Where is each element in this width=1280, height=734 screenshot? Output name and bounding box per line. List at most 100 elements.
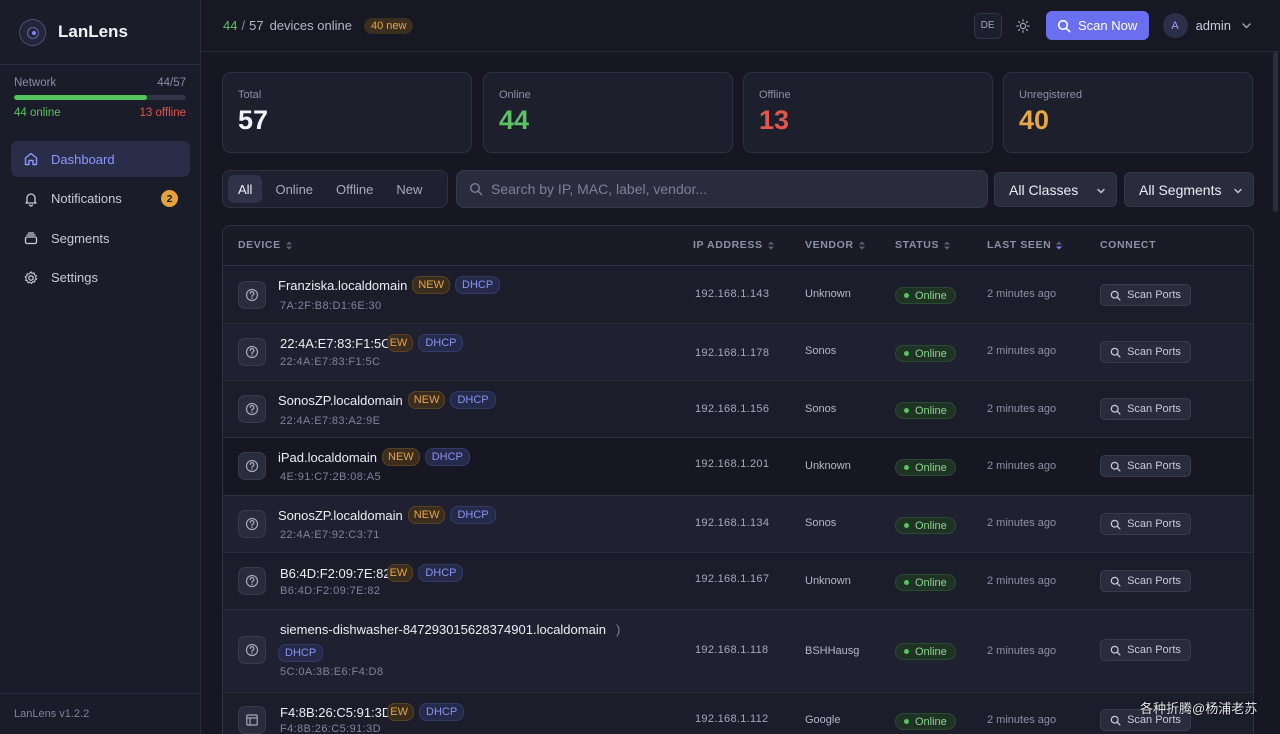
scan-ports-button[interactable]: Scan Ports <box>1100 455 1191 477</box>
status-badge: Online <box>895 713 956 730</box>
scan-ports-button[interactable]: Scan Ports <box>1100 398 1191 420</box>
chevron-down-icon <box>1242 23 1251 29</box>
scan-ports-button[interactable]: Scan Ports <box>1100 284 1191 306</box>
stat-card-unregistered[interactable]: Unregistered 40 <box>1003 72 1253 153</box>
dhcp-badge: DHCP <box>278 644 324 662</box>
status-dot <box>904 465 909 470</box>
table-row[interactable]: B6:4D:F2:09:7E:82 EW DHCP B6:4D:F2:09:7E… <box>223 553 1253 610</box>
device-tags-line: DHCP <box>273 643 324 662</box>
device-vendor: Sonos <box>805 345 837 357</box>
page-scrollbar[interactable] <box>1273 52 1278 212</box>
brand-name: LanLens <box>58 22 128 41</box>
chevron-down-icon <box>1097 188 1105 194</box>
column-last-seen[interactable]: LAST SEEN <box>987 239 1063 251</box>
device-last-seen: 2 minutes ago <box>987 345 1057 357</box>
device-mac: 4E:91:C7:2B:08:A5 <box>280 471 381 483</box>
scan-ports-button[interactable]: Scan Ports <box>1100 639 1191 661</box>
scan-ports-button[interactable]: Scan Ports <box>1100 341 1191 363</box>
device-name-line: 22:4A:E7:83:F1:5C EW DHCP <box>280 334 464 352</box>
total-count: 57 <box>249 18 264 33</box>
search-input[interactable] <box>491 181 971 197</box>
stat-card-offline[interactable]: Offline 13 <box>743 72 993 153</box>
table-row[interactable]: Franziska.localdomain NEW DHCP 7A:2F:B8:… <box>223 266 1253 324</box>
status-dot <box>904 719 909 724</box>
table-row[interactable]: 22:4A:E7:83:F1:5C EW DHCP 22:4A:E7:83:F1… <box>223 324 1253 381</box>
stat-label: Unregistered <box>1019 89 1082 101</box>
table-row[interactable]: SonosZP.localdomain NEW DHCP 22:4A:E7:92… <box>223 496 1253 553</box>
device-ip: 192.168.1.143 <box>695 288 770 300</box>
device-name[interactable]: F4:8B:26:C5:91:3D <box>280 705 391 720</box>
device-name[interactable]: B6:4D:F2:09:7E:82 <box>280 566 391 581</box>
status-label: Online <box>915 461 947 474</box>
device-name-line: siemens-dishwasher-847293015628374901.lo… <box>280 622 620 637</box>
status-badge: Online <box>895 459 956 476</box>
sidebar-item-settings[interactable]: Settings <box>11 260 190 296</box>
sidebar-item-segments[interactable]: Segments <box>11 220 190 256</box>
table-row[interactable]: iPad.localdomain NEW DHCP 4E:91:C7:2B:08… <box>223 438 1253 496</box>
top-bar: 44 / 57 devices online 40 new DE Scan No… <box>201 0 1280 52</box>
device-name[interactable]: siemens-dishwasher-847293015628374901.lo… <box>280 622 606 637</box>
device-ip: 192.168.1.167 <box>695 573 770 585</box>
status-dot <box>904 293 909 298</box>
segment-filter-select[interactable]: All Segments <box>1124 172 1254 207</box>
new-devices-badge[interactable]: 40 new <box>363 17 414 34</box>
sort-icon <box>944 241 951 249</box>
table-row[interactable]: siemens-dishwasher-847293015628374901.lo… <box>223 610 1253 693</box>
search-icon <box>1110 347 1121 358</box>
network-ratio: 44/57 <box>157 77 186 89</box>
device-mac: 22:4A:E7:92:C3:71 <box>280 529 380 541</box>
column-status[interactable]: STATUS <box>895 239 951 251</box>
tab-new[interactable]: New <box>386 175 432 203</box>
sidebar-item-dashboard[interactable]: Dashboard <box>11 141 190 177</box>
search-icon <box>1110 290 1121 301</box>
sort-icon <box>767 241 774 249</box>
user-menu[interactable]: A admin <box>1162 13 1252 38</box>
stat-value: 57 <box>238 105 269 135</box>
column-ip-address[interactable]: IP ADDRESS <box>693 239 775 251</box>
status-badge: Online <box>895 287 956 304</box>
bell-icon <box>23 191 39 207</box>
status-filter-tabs: All Online Offline New <box>222 170 448 208</box>
stat-label: Offline <box>759 89 791 101</box>
table-row[interactable]: F4:8B:26:C5:91:3D EW DHCP F4:8B:26:C5:91… <box>223 693 1253 734</box>
devices-online-label: devices online <box>269 18 352 33</box>
device-mac: F4:8B:26:C5:91:3D <box>280 723 381 734</box>
new-badge: EW <box>386 564 414 582</box>
status-badge: Online <box>895 517 956 534</box>
dhcp-badge: DHCP <box>424 448 470 466</box>
scan-ports-button[interactable]: Scan Ports <box>1100 570 1191 592</box>
device-name[interactable]: SonosZP.localdomain <box>278 508 403 523</box>
search-icon <box>1110 715 1121 726</box>
scan-now-button[interactable]: Scan Now <box>1045 11 1149 40</box>
device-name[interactable]: iPad.localdomain <box>278 450 377 465</box>
table-header: DEVICE IP ADDRESS VENDOR STATUS LAST SEE… <box>223 226 1253 266</box>
table-row[interactable]: SonosZP.localdomain NEW DHCP 22:4A:E7:83… <box>223 381 1253 438</box>
stat-card-online[interactable]: Online 44 <box>483 72 733 153</box>
class-filter-select[interactable]: All Classes <box>994 172 1117 207</box>
device-mac: 22:4A:E7:83:A2:9E <box>280 415 381 427</box>
device-name[interactable]: Franziska.localdomain <box>278 278 407 293</box>
segments-icon <box>23 230 39 246</box>
column-label: IP ADDRESS <box>693 239 763 251</box>
language-toggle-button[interactable]: DE <box>973 12 1002 39</box>
status-label: Online <box>915 347 947 360</box>
gear-icon <box>23 270 39 286</box>
stat-card-total[interactable]: Total 57 <box>222 72 472 153</box>
brand[interactable]: LanLens <box>0 0 200 65</box>
sidebar-item-notifications[interactable]: Notifications 2 <box>11 181 190 217</box>
watermark: 各种折腾@杨浦老苏 <box>1140 701 1258 716</box>
tab-all[interactable]: All <box>228 175 263 203</box>
device-ip: 192.168.1.156 <box>695 403 770 415</box>
tab-offline[interactable]: Offline <box>326 175 383 203</box>
device-name-line: F4:8B:26:C5:91:3D EW DHCP <box>280 703 465 721</box>
device-name[interactable]: SonosZP.localdomain <box>278 393 403 408</box>
app-version: LanLens v1.2.2 <box>0 693 200 734</box>
device-last-seen: 2 minutes ago <box>987 460 1057 472</box>
column-vendor[interactable]: VENDOR <box>805 239 866 251</box>
column-device[interactable]: DEVICE <box>238 239 293 251</box>
theme-toggle-button[interactable] <box>1010 13 1036 39</box>
scan-ports-button[interactable]: Scan Ports <box>1100 513 1191 535</box>
tab-online[interactable]: Online <box>265 175 323 203</box>
sun-icon <box>1015 18 1030 33</box>
device-name[interactable]: 22:4A:E7:83:F1:5C <box>280 336 391 351</box>
